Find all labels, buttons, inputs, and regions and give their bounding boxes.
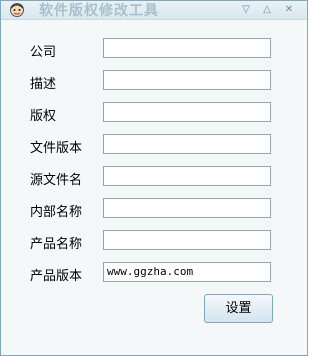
- maximize-icon[interactable]: △: [260, 3, 274, 17]
- label-description: 描述: [30, 77, 57, 92]
- label-product-version: 产品版本: [30, 269, 83, 284]
- label-file-version: 文件版本: [30, 141, 83, 156]
- title-bar[interactable]: 软件版权修改工具 ▽ △ ✕: [1, 1, 307, 20]
- app-icon: [10, 3, 24, 17]
- label-product-name: 产品名称: [30, 237, 83, 252]
- product-version-input[interactable]: www.ggzha.com: [103, 262, 271, 282]
- copyright-input[interactable]: [103, 102, 271, 122]
- app-window: 软件版权修改工具 ▽ △ ✕ 公司 描述 版权 文件版本 源文件名 内部名称 产…: [0, 0, 308, 356]
- close-icon[interactable]: ✕: [282, 3, 296, 17]
- product-name-input[interactable]: [103, 230, 271, 250]
- label-original-filename: 源文件名: [30, 173, 83, 188]
- label-internal-name: 内部名称: [30, 205, 83, 220]
- dropdown-icon[interactable]: ▽: [239, 3, 253, 17]
- settings-button[interactable]: 设置: [204, 294, 273, 323]
- file-version-input[interactable]: [103, 134, 271, 154]
- label-company: 公司: [30, 45, 57, 60]
- label-copyright: 版权: [30, 109, 57, 124]
- description-input[interactable]: [103, 70, 271, 90]
- company-input[interactable]: [103, 38, 271, 58]
- original-filename-input[interactable]: [103, 166, 271, 186]
- internal-name-input[interactable]: [103, 198, 271, 218]
- window-title: 软件版权修改工具: [39, 3, 159, 19]
